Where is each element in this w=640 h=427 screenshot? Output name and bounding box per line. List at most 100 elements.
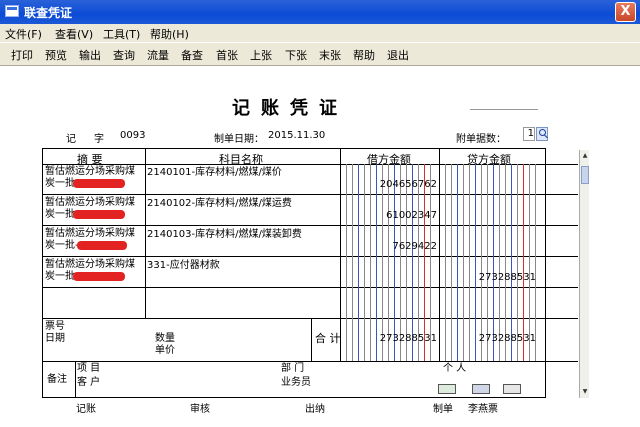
decimal-line (523, 164, 524, 361)
col-divider (439, 149, 440, 361)
row2-summary-2[interactable]: 炭一批 (45, 209, 75, 221)
vertical-scrollbar[interactable]: ▲ ▼ (579, 150, 589, 398)
row2-debit[interactable]: 61002347 (343, 210, 437, 221)
window-icon (5, 5, 19, 17)
row4-subject[interactable]: 331-应付器材款 (147, 260, 220, 272)
col-divider (75, 361, 76, 398)
digit-line (457, 164, 458, 361)
total-credit: 273288531 (478, 333, 536, 344)
col-divider (311, 318, 312, 361)
row2-summary[interactable]: 暂估燃运分场采购煤 (45, 197, 135, 209)
print-button[interactable]: 打印 (10, 47, 34, 63)
menu-help[interactable]: 帮助(H) (150, 26, 189, 42)
total-label: 合 计 (315, 332, 341, 345)
preparer-name: 李燕票 (468, 404, 498, 415)
row4-summary[interactable]: 暂估燃运分场采购煤 (45, 259, 135, 271)
redaction-mark (73, 179, 125, 188)
card-icon[interactable] (472, 384, 490, 394)
toolbar: 打印 预览 输出 查询 流量 备查 首张 上张 下张 末张 帮助 退出 (0, 42, 640, 66)
date-label: 制单日期： (214, 134, 264, 145)
credit-header: 贷方金额 (467, 153, 511, 166)
menu-tools[interactable]: 工具(T) (103, 26, 140, 42)
query-button[interactable]: 查询 (112, 47, 136, 63)
row3-summary-2[interactable]: 炭一批- (45, 240, 79, 252)
digit-line (481, 164, 482, 361)
voucher-date[interactable]: 2015.11.30 (268, 130, 325, 141)
scroll-thumb[interactable] (581, 166, 589, 184)
attachment-count[interactable]: 1 (523, 127, 535, 141)
unit-price-label: 单价 (155, 345, 175, 356)
help-button[interactable]: 帮助 (352, 47, 376, 63)
scroll-up-icon[interactable]: ▲ (581, 152, 589, 160)
digit-line (364, 164, 365, 361)
bookkeeper-label: 记账 (76, 404, 96, 415)
digit-line (493, 164, 494, 361)
decimal-line (424, 164, 425, 361)
preview-button[interactable]: 预览 (44, 47, 68, 63)
row3-debit[interactable]: 7629422 (343, 241, 437, 252)
row4-summary-2[interactable]: 炭一批 (45, 271, 75, 283)
row3-subject[interactable]: 2140103-库存材料/燃煤/煤装卸费 (147, 229, 302, 241)
voucher-document: 记账凭证 记 字 0093 制单日期： 2015.11.30 附单据数： 1 摘… (0, 66, 640, 427)
cashier-label: 出纳 (305, 404, 325, 415)
digit-line (451, 164, 452, 361)
close-button[interactable]: X (615, 2, 636, 22)
menu-view[interactable]: 查看(V) (55, 26, 93, 42)
row-divider (43, 194, 578, 195)
export-button[interactable]: 输出 (78, 47, 102, 63)
digit-line (400, 164, 401, 361)
first-button[interactable]: 首张 (215, 47, 239, 63)
voucher-number[interactable]: 0093 (120, 130, 145, 141)
digit-line (505, 164, 506, 361)
row1-subject[interactable]: 2140101-库存材料/燃煤/煤价 (147, 167, 282, 179)
remarks-label: 备注 (47, 374, 67, 385)
row4-credit[interactable]: 273288531 (442, 272, 536, 283)
menu-file[interactable]: 文件(F) (5, 26, 42, 42)
tools-icon[interactable] (503, 384, 521, 394)
redaction-mark (77, 241, 127, 250)
row-divider (43, 225, 578, 226)
date-field-label: 日期 (45, 333, 65, 344)
cash-flow-button[interactable]: 流量 (146, 47, 170, 63)
row1-debit[interactable]: 204656762 (343, 179, 437, 190)
digit-line (358, 164, 359, 361)
redaction-mark (73, 210, 125, 219)
debit-header: 借方金额 (367, 153, 411, 166)
preparer-label: 制单 (433, 404, 453, 415)
digit-line (382, 164, 383, 361)
salesperson-label: 业务员 (281, 377, 311, 388)
total-debit: 273288531 (379, 333, 437, 344)
voucher-type: 记 (66, 134, 76, 145)
individual-label: 个 人 (443, 363, 467, 374)
row-divider (43, 361, 578, 362)
digit-line (418, 164, 419, 361)
voucher-type-label: 字 (94, 134, 104, 145)
title-underline (470, 109, 538, 110)
search-icon[interactable] (536, 127, 548, 141)
title-bar: 联查凭证 X (0, 0, 640, 24)
digit-line (388, 164, 389, 361)
row1-summary-2[interactable]: 炭一批 (45, 178, 75, 190)
digit-line (445, 164, 446, 361)
digit-line (469, 164, 470, 361)
digit-line (511, 164, 512, 361)
previous-button[interactable]: 上张 (249, 47, 273, 63)
reviewer-label: 审核 (190, 404, 210, 415)
exit-button[interactable]: 退出 (386, 47, 410, 63)
row2-subject[interactable]: 2140102-库存材料/燃煤/煤运费 (147, 198, 292, 210)
digit-line (529, 164, 530, 361)
customer-label: 客 户 (77, 377, 101, 388)
project-label: 项 目 (77, 363, 101, 374)
row3-summary[interactable]: 暂估燃运分场采购煤 (45, 228, 135, 240)
voucher-title: 记账凭证 (232, 98, 348, 119)
row1-summary[interactable]: 暂估燃运分场采购煤 (45, 166, 135, 178)
last-button[interactable]: 末张 (318, 47, 342, 63)
reference-button[interactable]: 备查 (180, 47, 204, 63)
digit-line (352, 164, 353, 361)
scroll-down-icon[interactable]: ▼ (581, 388, 589, 396)
calculator-icon[interactable] (438, 384, 456, 394)
department-label: 部 门 (281, 363, 305, 374)
attachment-label: 附单据数： (456, 134, 506, 145)
next-button[interactable]: 下张 (284, 47, 308, 63)
digit-line (487, 164, 488, 361)
